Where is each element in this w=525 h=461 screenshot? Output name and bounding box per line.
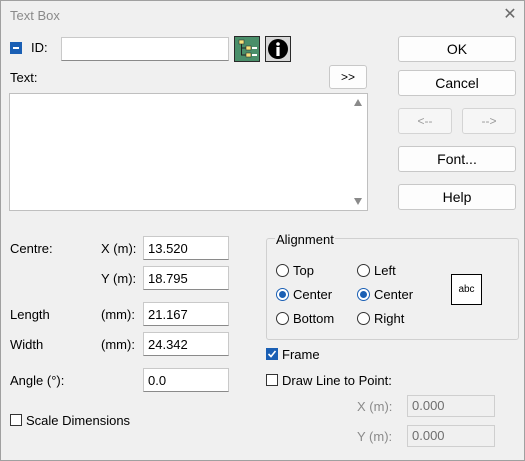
text-area[interactable] (9, 93, 368, 211)
previous-button[interactable]: <-- (398, 108, 452, 134)
align-top-radio[interactable] (276, 264, 289, 277)
centre-x-label: X (m): (101, 241, 137, 256)
title-bar (0, 0, 525, 32)
align-hcenter-radio[interactable] (357, 288, 370, 301)
draw-line-x-input[interactable]: 0.000 (407, 395, 495, 417)
width-unit-label: (mm): (101, 337, 135, 352)
text-scrollbar[interactable] (350, 94, 367, 210)
width-input[interactable]: 24.342 (143, 332, 229, 356)
draw-line-y-label: Y (m): (357, 429, 393, 444)
font-button[interactable]: Font... (398, 146, 516, 172)
align-top-label: Top (293, 263, 314, 278)
align-vcenter-radio[interactable] (276, 288, 289, 301)
cancel-button[interactable]: Cancel (398, 70, 516, 96)
draw-line-label: Draw Line to Point: (282, 373, 392, 388)
length-unit-label: (mm): (101, 307, 135, 322)
expand-text-button[interactable]: >> (329, 65, 367, 89)
length-label: Length (10, 307, 50, 322)
info-icon[interactable] (265, 36, 291, 62)
scale-dimensions-label: Scale Dimensions (26, 413, 131, 428)
frame-checkbox[interactable] (266, 348, 278, 360)
close-icon[interactable]: ✕ (500, 4, 520, 26)
angle-input[interactable]: 0.0 (143, 368, 229, 392)
window-title: Text Box (10, 8, 60, 23)
align-bottom-radio[interactable] (276, 312, 289, 325)
id-checkbox[interactable] (10, 42, 22, 54)
centre-y-label: Y (m): (101, 271, 137, 286)
centre-x-input[interactable]: 13.520 (143, 236, 229, 260)
align-vcenter-label: Center (293, 287, 333, 302)
scale-dimensions-checkbox[interactable] (10, 414, 22, 426)
alignment-title: Alignment (275, 232, 335, 247)
id-label: ID: (31, 40, 48, 55)
id-input[interactable] (61, 37, 229, 61)
align-right-label: Right (374, 311, 405, 326)
scroll-down-icon[interactable] (354, 198, 362, 205)
align-bottom-label: Bottom (293, 311, 335, 326)
length-input[interactable]: 21.167 (143, 302, 229, 326)
frame-label: Frame (282, 347, 320, 362)
alignment-preview: abc (451, 274, 482, 305)
text-label: Text: (10, 70, 38, 85)
align-right-radio[interactable] (357, 312, 370, 325)
next-button[interactable]: --> (462, 108, 516, 134)
width-label: Width (10, 337, 44, 352)
draw-line-checkbox[interactable] (266, 374, 278, 386)
help-button[interactable]: Help (398, 184, 516, 210)
angle-label: Angle (°): (10, 373, 65, 388)
draw-line-x-label: X (m): (357, 399, 393, 414)
ok-button[interactable]: OK (398, 36, 516, 62)
tree-icon[interactable] (234, 36, 260, 62)
align-left-radio[interactable] (357, 264, 370, 277)
align-hcenter-label: Center (374, 287, 414, 302)
draw-line-y-input[interactable]: 0.000 (407, 425, 495, 447)
centre-y-input[interactable]: 18.795 (143, 266, 229, 290)
align-left-label: Left (374, 263, 396, 278)
centre-label: Centre: (10, 241, 53, 256)
scroll-up-icon[interactable] (354, 99, 362, 106)
